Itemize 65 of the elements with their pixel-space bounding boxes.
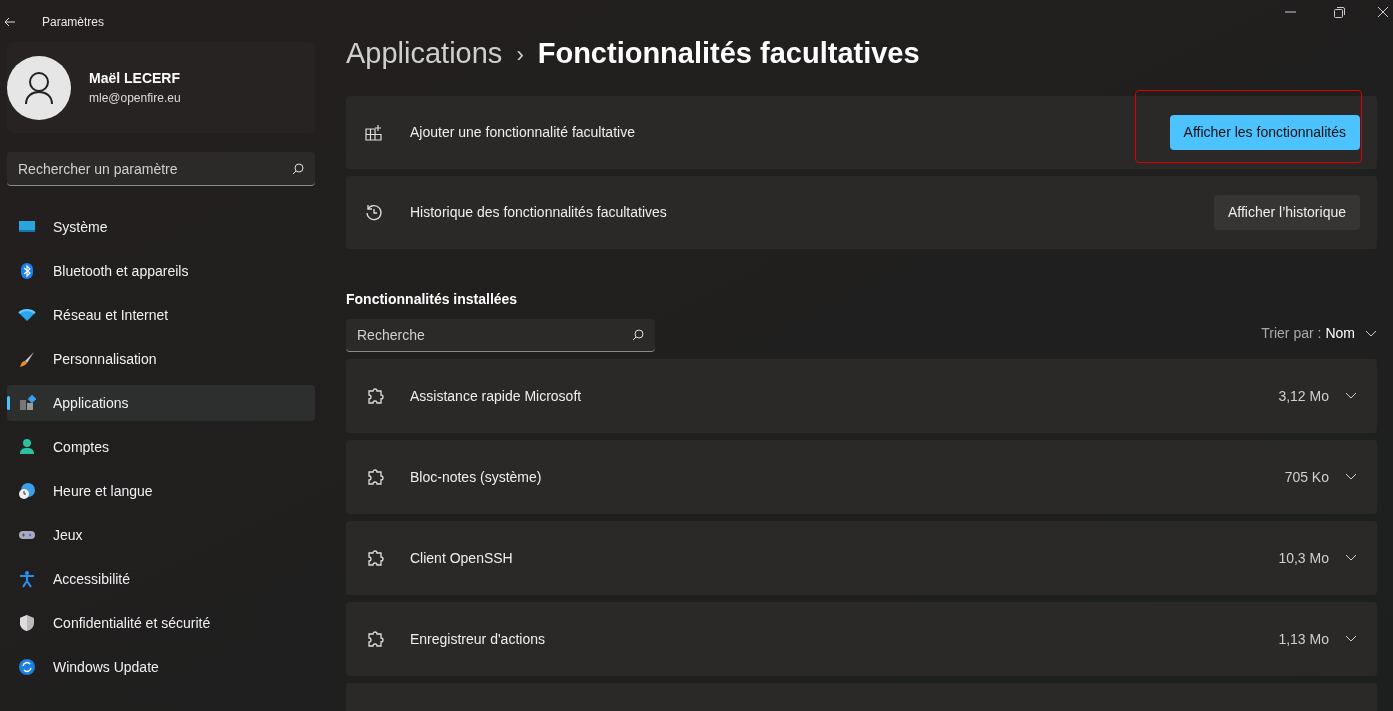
feature-size: 1,13 Mo: [1278, 629, 1329, 649]
secondary-button[interactable]: Afficher l’historique: [1213, 195, 1360, 230]
feature-row[interactable]: Assistance rapide Microsoft 3,12 Mo: [346, 359, 1377, 433]
accessibility-icon: [18, 570, 36, 588]
nav-item[interactable]: Système: [7, 209, 315, 245]
user-name: Maël LECERF: [89, 69, 181, 88]
search-field[interactable]: Rechercher un paramètre: [7, 152, 315, 186]
feature-size: 10,3 Mo: [1278, 548, 1329, 568]
nav-item[interactable]: Jeux: [7, 517, 315, 553]
feature-row[interactable]: Client OpenSSH 10,3 Mo: [346, 521, 1377, 595]
feature-name: Enregistreur d'actions: [410, 629, 545, 649]
close-icon[interactable]: [1377, 6, 1389, 18]
add-apps-icon: [365, 124, 382, 141]
history-icon: [365, 203, 383, 222]
window-title: Paramètres: [42, 14, 105, 31]
nav-item[interactable]: Personnalisation: [7, 341, 315, 377]
breadcrumb-separator: ›: [516, 40, 524, 69]
nav-item[interactable]: Bluetooth et appareils: [7, 253, 315, 289]
feature-size: 3,12 Mo: [1278, 386, 1329, 406]
feature-name: Bloc-notes (système): [410, 467, 542, 487]
apps-icon: [18, 394, 36, 412]
chevron-down-icon[interactable]: [1345, 554, 1357, 562]
person-icon: [18, 438, 36, 456]
nav-item[interactable]: Réseau et Internet: [7, 297, 315, 333]
chevron-down-icon[interactable]: [1345, 392, 1357, 400]
breadcrumb-link[interactable]: Applications: [346, 32, 503, 76]
nav-item[interactable]: Windows Update: [7, 649, 315, 685]
chevron-down-icon[interactable]: [1345, 473, 1357, 481]
primary-button[interactable]: Afficher les fonctionnalités: [1169, 115, 1360, 150]
chevron-down-icon: [1365, 329, 1377, 338]
nav-item[interactable]: Confidentialité et sécurité: [7, 605, 315, 641]
puzzle-icon: [366, 630, 384, 648]
search-icon[interactable]: [632, 329, 644, 341]
feature-size: 705 Ko: [1284, 467, 1329, 487]
nav-item[interactable]: Comptes: [7, 429, 315, 465]
globe-clock-icon: [18, 482, 36, 500]
page-title: Fonctionnalités facultatives: [537, 36, 920, 72]
nav-item[interactable]: Applications: [7, 385, 315, 421]
bluetooth-icon: [18, 262, 36, 280]
feature-name: Assistance rapide Microsoft: [410, 386, 582, 406]
puzzle-icon: [366, 549, 384, 567]
puzzle-icon: [366, 387, 384, 405]
nav-item[interactable]: Accessibilité: [7, 561, 315, 597]
card-label: Ajouter une fonctionnalité facultative: [410, 123, 635, 142]
sync-icon: [18, 658, 36, 676]
back-icon[interactable]: [4, 16, 16, 28]
section-heading: Fonctionnalités installées: [346, 290, 519, 309]
puzzle-icon: [366, 468, 384, 486]
wifi-icon: [18, 306, 36, 324]
feature-row[interactable]: Enregistreur d'actions 1,13 Mo: [346, 602, 1377, 676]
card-label: Historique des fonctionnalités facultatives: [410, 203, 667, 222]
shield-icon: [18, 614, 36, 632]
feature-name: Client OpenSSH: [410, 548, 513, 568]
minimize-icon[interactable]: [1285, 10, 1296, 14]
sort-dropdown[interactable]: Trier par : Nom: [1261, 323, 1377, 344]
user-card[interactable]: Maël LECERF mle@openfire.eu: [7, 42, 315, 133]
person-icon: [24, 70, 54, 105]
selection-indicator: [7, 396, 10, 410]
search-field[interactable]: Recherche: [346, 319, 655, 352]
feature-row[interactable]: Bloc-notes (système) 705 Ko: [346, 440, 1377, 514]
nav-item[interactable]: Heure et langue: [7, 473, 315, 509]
user-email: mle@openfire.eu: [89, 90, 181, 107]
restore-icon[interactable]: [1334, 7, 1345, 18]
chevron-down-icon[interactable]: [1345, 635, 1357, 643]
search-icon[interactable]: [292, 163, 304, 175]
